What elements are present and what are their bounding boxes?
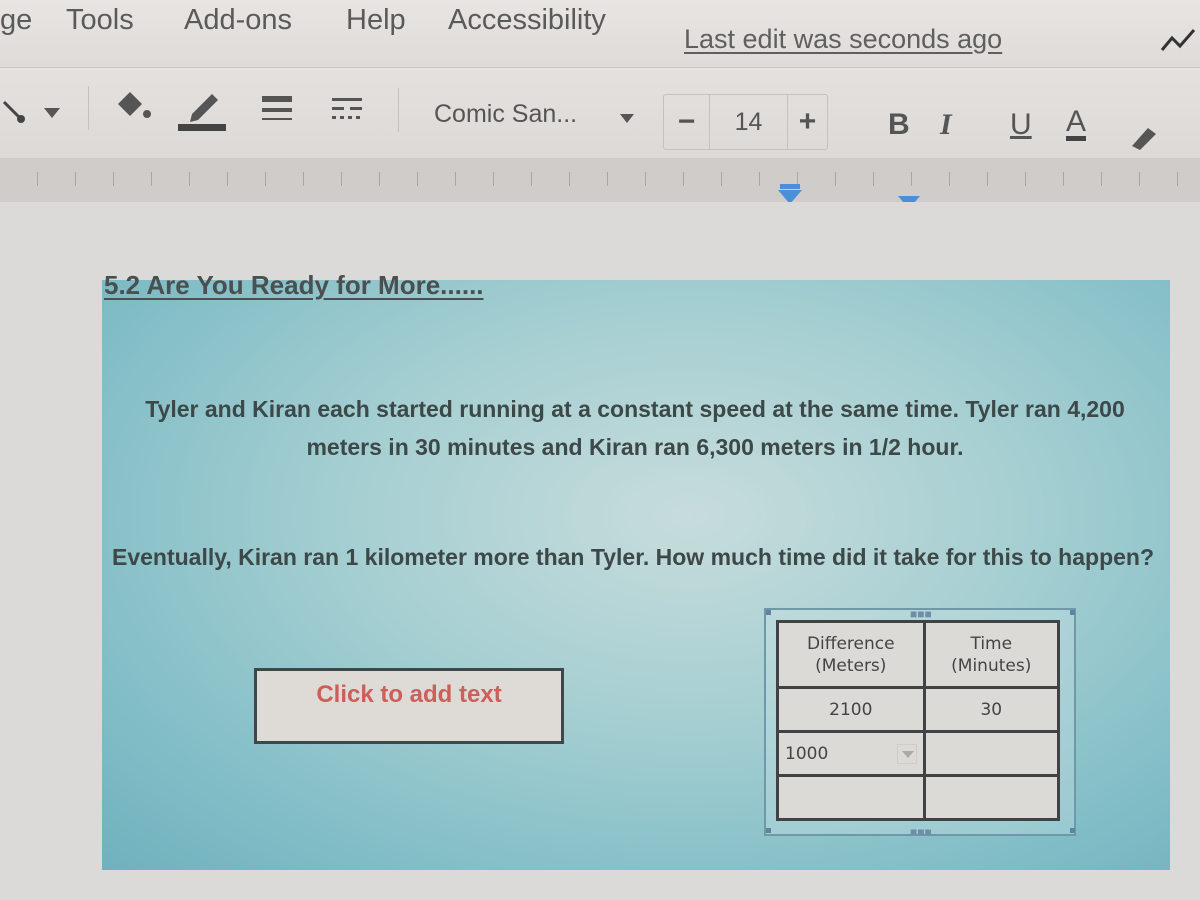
- cell-dropdown-icon[interactable]: [896, 743, 917, 764]
- resize-handle[interactable]: [766, 828, 771, 833]
- header-difference[interactable]: Difference (Meters): [776, 620, 926, 689]
- menu-page[interactable]: ge: [0, 4, 32, 37]
- menu-add-ons[interactable]: Add-ons: [184, 4, 292, 37]
- table-cell[interactable]: 30: [922, 686, 1061, 733]
- data-table: Difference (Meters) Time (Minutes) 2100 …: [776, 620, 1061, 821]
- header-label: Difference: [806, 633, 895, 654]
- bottom-drag-handle[interactable]: ■■■: [910, 826, 932, 838]
- menu-bar: ge Tools Add-ons Help Accessibility Last…: [0, 0, 1200, 68]
- table-row: 2100 30: [776, 686, 1061, 733]
- menu-tools[interactable]: Tools: [66, 4, 134, 37]
- increase-font-size-button[interactable]: +: [788, 95, 827, 149]
- highlight-color-icon[interactable]: [1128, 124, 1160, 150]
- table-row: 1000: [776, 730, 1061, 777]
- fill-color-icon[interactable]: [114, 90, 154, 124]
- font-family-select[interactable]: Comic San...: [434, 100, 577, 129]
- header-time[interactable]: Time (Minutes): [922, 620, 1061, 689]
- resize-handle[interactable]: [1070, 610, 1075, 615]
- bold-button[interactable]: B: [888, 108, 910, 142]
- decrease-font-size-button[interactable]: −: [664, 95, 710, 149]
- border-dash-icon[interactable]: [330, 96, 366, 126]
- toolbar-divider: [398, 88, 399, 132]
- underline-button[interactable]: U: [1010, 108, 1032, 142]
- line-dropdown-icon[interactable]: [44, 108, 60, 120]
- last-edit-link[interactable]: Last edit was seconds ago: [684, 24, 1002, 55]
- resize-handle[interactable]: [766, 610, 771, 615]
- italic-button[interactable]: I: [940, 108, 952, 142]
- cell-value: 1000: [785, 743, 829, 764]
- line-tool-icon[interactable]: [2, 96, 32, 126]
- problem-text-2[interactable]: Eventually, Kiran ran 1 kilometer more t…: [108, 538, 1158, 576]
- toolbar-divider: [88, 86, 89, 130]
- table-header-row: Difference (Meters) Time (Minutes): [776, 620, 1061, 689]
- header-unit: (Minutes): [951, 655, 1032, 676]
- font-dropdown-icon[interactable]: [620, 114, 634, 124]
- header-unit: (Meters): [815, 655, 887, 676]
- table-row: [776, 774, 1061, 821]
- table-cell[interactable]: [776, 774, 926, 821]
- header-label: Time: [970, 633, 1013, 654]
- table-cell[interactable]: [922, 774, 1061, 821]
- font-size-stepper: − 14 +: [663, 94, 828, 150]
- text-placeholder-box[interactable]: Click to add text: [254, 668, 564, 744]
- ruler: [0, 158, 1200, 202]
- resize-handle[interactable]: [1070, 828, 1075, 833]
- problem-text-1[interactable]: Tyler and Kiran each started running at …: [110, 390, 1160, 466]
- explore-icon[interactable]: [1160, 26, 1200, 56]
- slide-title[interactable]: 5.2 Are You Ready for More......: [104, 270, 484, 301]
- table-cell[interactable]: 2100: [776, 686, 926, 733]
- menu-accessibility[interactable]: Accessibility: [448, 4, 606, 37]
- top-drag-handle[interactable]: ■■■: [910, 608, 932, 620]
- border-color-icon[interactable]: [178, 90, 228, 132]
- table-cell[interactable]: 1000: [776, 730, 926, 777]
- table-cell[interactable]: [922, 730, 1061, 777]
- font-size-input[interactable]: 14: [710, 95, 788, 149]
- text-color-button[interactable]: A: [1066, 107, 1087, 141]
- first-line-indent-handle[interactable]: [780, 184, 800, 189]
- border-weight-icon[interactable]: [260, 94, 296, 128]
- menu-help[interactable]: Help: [346, 4, 406, 37]
- placeholder-label: Click to add text: [316, 681, 502, 708]
